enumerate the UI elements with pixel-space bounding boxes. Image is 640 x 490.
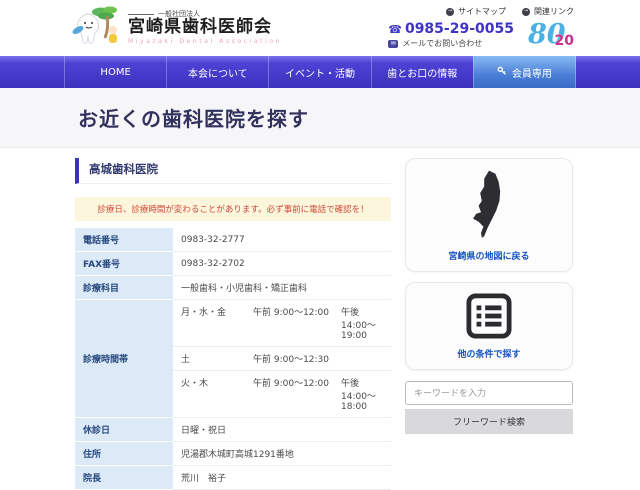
related-links-link[interactable]: 関連リンク: [522, 6, 574, 17]
hours-days: 火・木: [181, 376, 253, 412]
hours-days: 月・水・金: [181, 305, 253, 341]
miyazaki-map-icon: [463, 226, 515, 245]
nav-item-events[interactable]: イベント・活動: [268, 56, 370, 88]
site-title: 宮崎県歯科医師会: [128, 18, 282, 38]
page-title: お近くの歯科医院を探す: [78, 103, 309, 132]
phone-icon: [388, 21, 402, 39]
arrow-circle-icon: [522, 8, 530, 16]
row-label: 電話番号: [75, 228, 173, 252]
table-row: FAX番号 0983-32-2702: [75, 252, 391, 276]
row-value: 日曜・祝日: [173, 418, 391, 442]
other-search-card[interactable]: 他の条件で探す: [405, 282, 573, 370]
header-links: サイトマップ 関連リンク: [446, 6, 574, 17]
clinic-detail: 高城歯科医院 診療日、診療時間が変わることがあります。必ず事前に電話で確認を！ …: [75, 158, 391, 490]
arrow-circle-icon: [446, 8, 454, 16]
header: 一般社団法人 宮崎県歯科医師会 Miyazaki Dental Associat…: [0, 0, 640, 56]
contact-block: 0985-29-0055 メールでお問い合わせ: [388, 21, 514, 49]
sidebar: 宮崎県の地図に戻る 他の条件で探す フリーワード検索: [405, 158, 573, 490]
site-subtitle-en: Miyazaki Dental Association: [128, 39, 282, 46]
hours-am: 午前 9:00～12:30: [253, 352, 341, 365]
table-row: 診療科目 一般歯科・小児歯科・矯正歯科: [75, 276, 391, 300]
nav-item-members[interactable]: 会員専用: [473, 56, 576, 88]
table-row: 電話番号 0983-32-2777: [75, 228, 391, 252]
hours-am: 午前 9:00～12:00: [253, 305, 341, 341]
clinic-name: 高城歯科医院: [75, 158, 391, 184]
table-row: 院長 荒川 裕子: [75, 466, 391, 490]
row-label: 休診日: [75, 418, 173, 442]
site-logo[interactable]: 一般社団法人 宮崎県歯科医師会 Miyazaki Dental Associat…: [70, 4, 282, 52]
row-value: 荒川 裕子: [173, 466, 391, 490]
nav-item-oral-info[interactable]: 歯とお口の情報: [371, 56, 473, 88]
freeword-search-button[interactable]: フリーワード検索: [405, 409, 573, 434]
logo-text: 一般社団法人 宮崎県歯科医師会 Miyazaki Dental Associat…: [128, 10, 282, 45]
hours-pm: 午後 14:00～19:00: [341, 305, 383, 341]
table-row: 休診日 日曜・祝日: [75, 418, 391, 442]
nav-item-home[interactable]: HOME: [64, 56, 166, 88]
clinic-info-table: 電話番号 0983-32-2777 FAX番号 0983-32-2702 診療科…: [75, 228, 391, 490]
row-label: 住所: [75, 442, 173, 466]
row-value: 月・水・金 午前 9:00～12:00 午後 14:00～19:00: [173, 300, 391, 347]
notice-banner: 診療日、診療時間が変わることがあります。必ず事前に電話で確認を！: [75, 197, 391, 221]
row-label: 院長: [75, 466, 173, 490]
row-value: 土 午前 9:00～12:30: [173, 347, 391, 371]
row-label: FAX番号: [75, 252, 173, 276]
other-conditions-link[interactable]: 他の条件で探す: [414, 347, 564, 360]
hours-am: 午前 9:00～12:00: [253, 376, 341, 412]
hours-pm: 午後 14:00～18:00: [341, 376, 383, 412]
table-row-hours: 診療時間帯 月・水・金 午前 9:00～12:00 午後 14:00～19:00: [75, 300, 391, 347]
keyword-input[interactable]: [405, 381, 573, 405]
logo-mascots-icon: [70, 4, 122, 52]
mail-link[interactable]: メールでお問い合わせ: [388, 39, 482, 49]
logo-8020: 80 20: [528, 20, 574, 50]
row-value: 0983-32-2702: [173, 252, 391, 276]
header-contact-row: 0985-29-0055 メールでお問い合わせ 80 20: [388, 20, 574, 50]
back-to-map-link[interactable]: 宮崎県の地図に戻る: [414, 249, 564, 262]
hours-days: 土: [181, 352, 253, 365]
row-value: 一般歯科・小児歯科・矯正歯科: [173, 276, 391, 300]
mail-icon: [388, 40, 398, 48]
row-value: 火・木 午前 9:00～12:00 午後 14:00～18:00: [173, 371, 391, 418]
key-icon: [497, 66, 507, 79]
row-value: 児湯郡木城町高城1291番地: [173, 442, 391, 466]
sitemap-link[interactable]: サイトマップ: [446, 6, 506, 17]
main-nav: HOME 本会について イベント・活動 歯とお口の情報 会員専用: [0, 56, 640, 88]
nav-item-about[interactable]: 本会について: [166, 56, 268, 88]
table-row: 住所 児湯郡木城町高城1291番地: [75, 442, 391, 466]
row-value: 0983-32-2777: [173, 228, 391, 252]
row-label: 診療科目: [75, 276, 173, 300]
phone-link[interactable]: 0985-29-0055: [388, 21, 514, 39]
map-card[interactable]: 宮崎県の地図に戻る: [405, 158, 573, 272]
content: 高城歯科医院 診療日、診療時間が変わることがあります。必ず事前に電話で確認を！ …: [0, 148, 640, 490]
title-band: お近くの歯科医院を探す: [0, 88, 640, 148]
list-icon: [466, 324, 512, 343]
header-right: サイトマップ 関連リンク 0985-29-0055 メールでお問い合わせ 80: [388, 6, 574, 50]
